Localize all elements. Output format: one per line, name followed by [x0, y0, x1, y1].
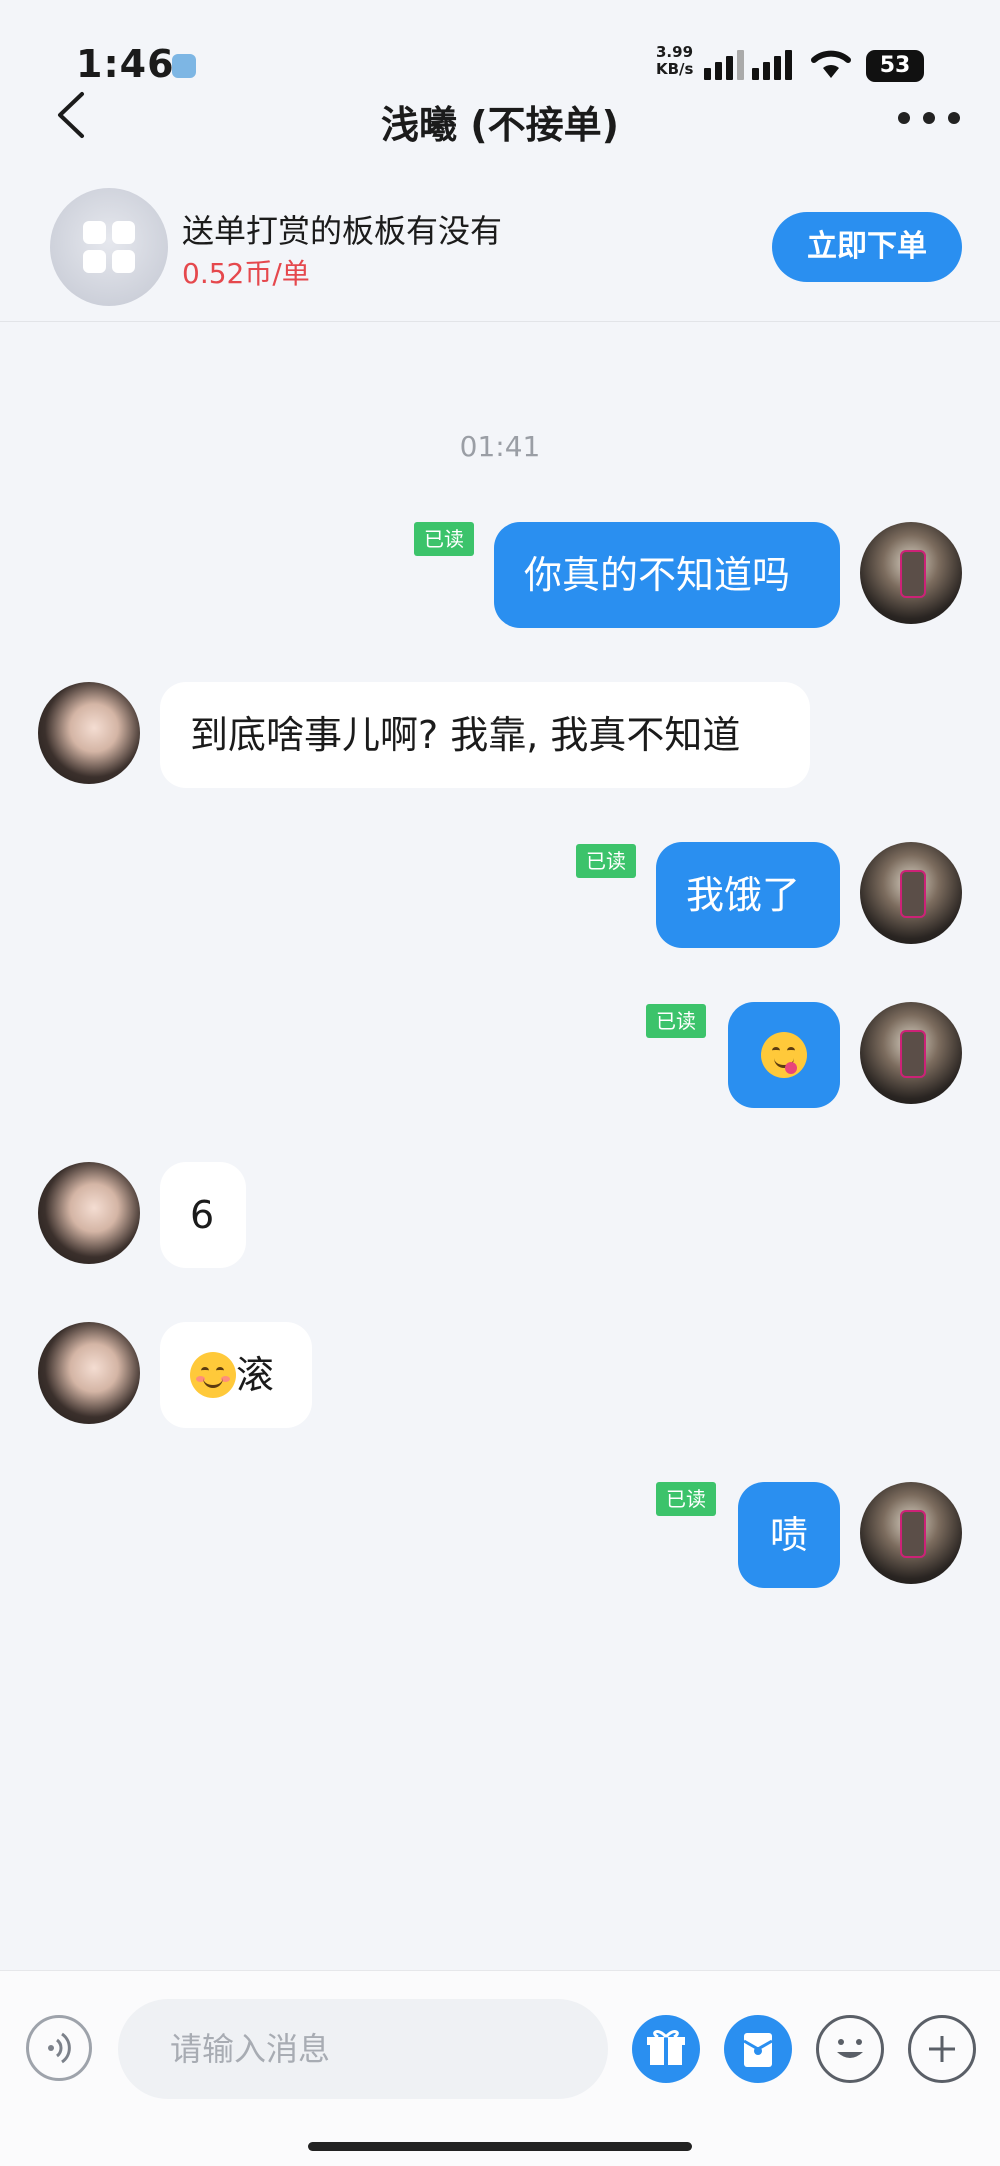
order-now-button[interactable]: 立即下单	[772, 212, 962, 282]
order-card: 送单打赏的板板有没有 0.52币/单 立即下单	[0, 180, 1000, 322]
plus-icon[interactable]	[908, 2015, 976, 2083]
outgoing-message[interactable]: 我饿了	[656, 842, 840, 948]
read-receipt: 已读	[656, 1482, 716, 1516]
service-name: 送单打赏的板板有没有	[182, 212, 503, 250]
message-input[interactable]: 请输入消息	[118, 1999, 608, 2099]
voice-icon[interactable]	[26, 2015, 92, 2081]
face-savoring-food-icon	[761, 1031, 807, 1078]
clock: 1:46	[76, 42, 175, 86]
contact-avatar[interactable]	[38, 1322, 140, 1424]
my-avatar[interactable]	[860, 522, 962, 624]
battery-indicator: 53	[866, 50, 924, 82]
cellular-signal-2-icon	[752, 50, 792, 80]
outgoing-message[interactable]: 你真的不知道吗	[494, 522, 840, 628]
message-timestamp: 01:41	[459, 430, 541, 463]
service-thumbnail	[50, 188, 168, 306]
contact-avatar[interactable]	[38, 1162, 140, 1264]
red-packet-icon[interactable]	[724, 2015, 792, 2083]
service-price: 0.52币/单	[182, 257, 310, 290]
read-receipt: 已读	[414, 522, 474, 556]
read-receipt: 已读	[646, 1004, 706, 1038]
wifi-icon	[811, 50, 851, 78]
outgoing-message[interactable]	[728, 1002, 840, 1108]
chat-header: 浅曦 (不接单)	[0, 90, 1000, 186]
home-indicator[interactable]	[308, 2142, 692, 2151]
my-avatar[interactable]	[860, 1482, 962, 1584]
composer: 请输入消息	[0, 1970, 1000, 2166]
message-list[interactable]: 01:41 已读 你真的不知道吗 到底啥事儿啊? 我靠, 我真不知道 已读 我饿…	[0, 324, 1000, 1974]
gift-icon[interactable]	[632, 2015, 700, 2083]
cellular-signal-icon	[704, 50, 744, 80]
page-title: 浅曦 (不接单)	[381, 103, 619, 147]
emoji-icon[interactable]	[816, 2015, 884, 2083]
app-notification-icon	[172, 54, 196, 78]
my-avatar[interactable]	[860, 842, 962, 944]
read-receipt: 已读	[576, 844, 636, 878]
incoming-message[interactable]: 6	[160, 1162, 246, 1268]
contact-avatar[interactable]	[38, 682, 140, 784]
more-dots-icon[interactable]	[898, 112, 960, 126]
incoming-message[interactable]: 到底啥事儿啊? 我靠, 我真不知道	[160, 682, 810, 788]
status-bar: 1:46 3.99 KB/s 53	[0, 0, 1000, 100]
apps-icon	[83, 221, 135, 273]
incoming-message[interactable]: 滚	[160, 1322, 312, 1428]
smiling-face-icon	[190, 1351, 236, 1398]
outgoing-message[interactable]: 啧	[738, 1482, 840, 1588]
network-speed: 3.99 KB/s	[656, 43, 694, 78]
my-avatar[interactable]	[860, 1002, 962, 1104]
